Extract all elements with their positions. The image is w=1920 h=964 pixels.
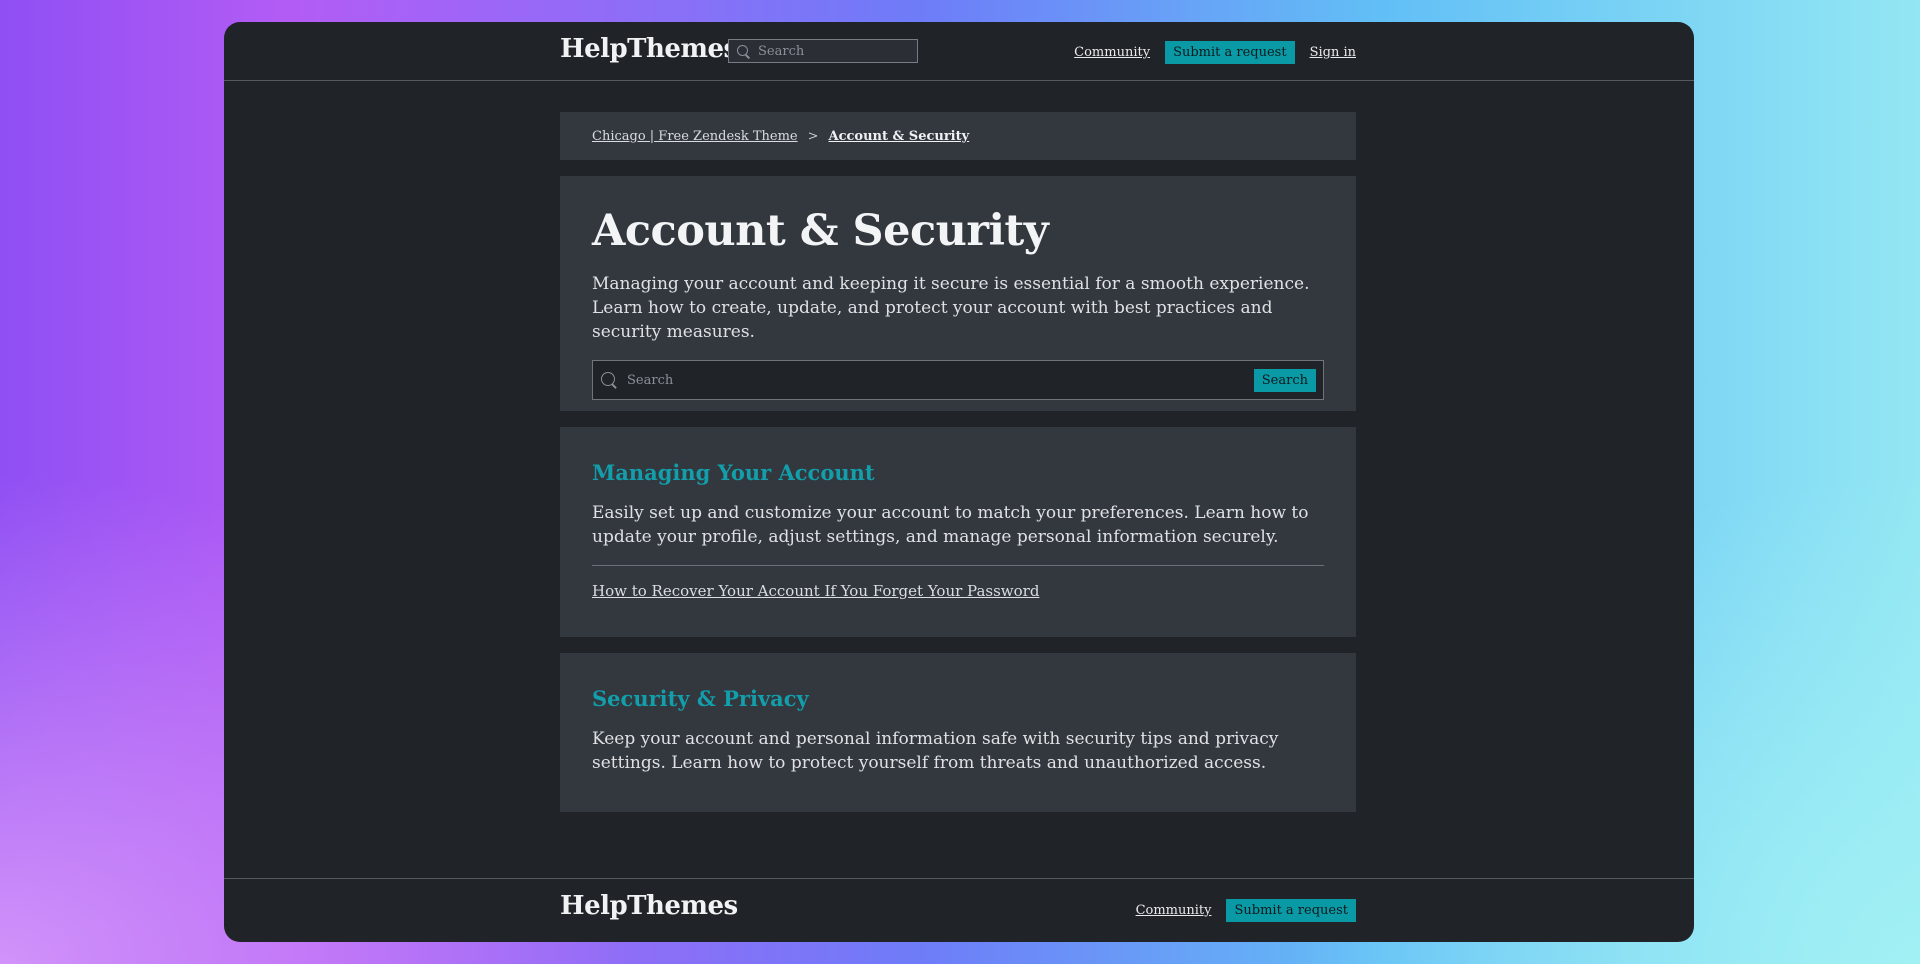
site-header: HelpThemes Search Community Submit a req… — [224, 22, 1694, 81]
breadcrumb: Chicago | Free Zendesk Theme > Account &… — [560, 112, 1356, 160]
breadcrumb-separator: > — [807, 128, 819, 144]
community-link[interactable]: Community — [1074, 45, 1150, 60]
section-description: Easily set up and customize your account… — [592, 503, 1309, 547]
footer-community-link[interactable]: Community — [1136, 903, 1212, 918]
section-managing-account: Managing Your Account Easily set up and … — [560, 427, 1356, 637]
header-search-placeholder: Search — [758, 43, 805, 59]
section-description: Keep your account and personal informati… — [592, 729, 1279, 773]
section-divider — [592, 565, 1324, 566]
site-footer: HelpThemes Community Submit a request — [224, 878, 1694, 942]
footer-submit-request-button[interactable]: Submit a request — [1226, 899, 1356, 922]
search-button[interactable]: Search — [1253, 368, 1316, 392]
article-link[interactable]: How to Recover Your Account If You Forge… — [592, 582, 1039, 600]
breadcrumb-item-home[interactable]: Chicago | Free Zendesk Theme — [592, 129, 798, 144]
header-search-input[interactable]: Search — [728, 39, 918, 63]
browser-window: HelpThemes Search Community Submit a req… — [224, 22, 1694, 942]
category-search-input[interactable]: Search Search — [592, 360, 1324, 400]
search-icon — [601, 372, 617, 388]
submit-request-button[interactable]: Submit a request — [1165, 41, 1295, 64]
page-title: Account & Security — [592, 206, 1049, 256]
breadcrumb-item-current[interactable]: Account & Security — [829, 129, 970, 144]
footer-brand-logo[interactable]: HelpThemes — [560, 891, 738, 921]
sign-in-link[interactable]: Sign in — [1310, 45, 1356, 60]
section-security-privacy: Security & Privacy Keep your account and… — [560, 653, 1356, 812]
main-content: Chicago | Free Zendesk Theme > Account &… — [560, 112, 1356, 812]
search-icon — [737, 44, 750, 58]
section-title[interactable]: Managing Your Account — [592, 459, 1324, 487]
category-search-placeholder: Search — [627, 372, 674, 388]
category-hero: Account & Security Managing your account… — [560, 176, 1356, 411]
footer-nav: Community Submit a request — [1136, 899, 1356, 922]
category-description: Managing your account and keeping it sec… — [592, 274, 1310, 342]
header-nav: Community Submit a request Sign in — [1074, 41, 1356, 64]
section-title[interactable]: Security & Privacy — [592, 685, 1324, 713]
brand-logo[interactable]: HelpThemes — [560, 34, 738, 64]
